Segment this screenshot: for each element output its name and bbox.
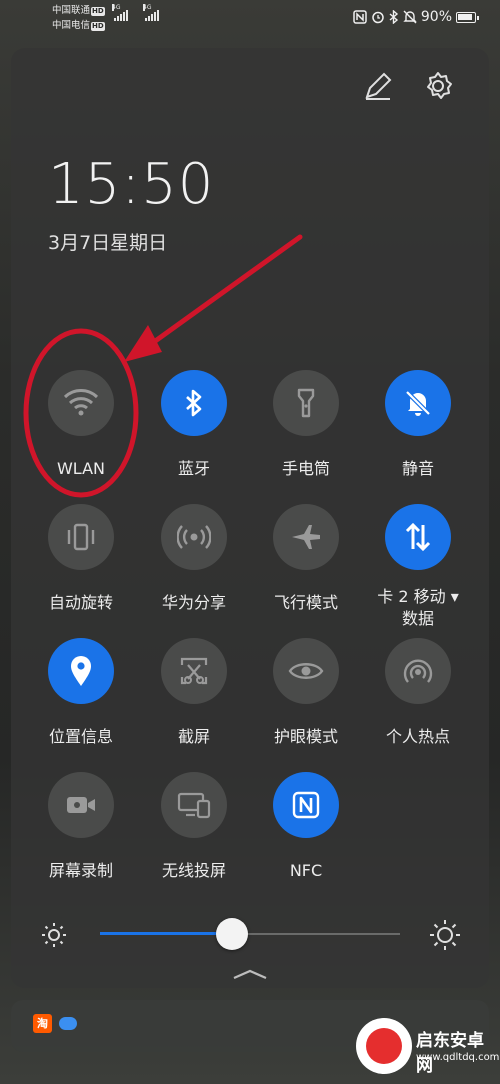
watermark-url: www.qdltdq.com <box>416 1052 500 1063</box>
auto-rotate-icon <box>67 523 95 551</box>
tile-label: 无线投屏 <box>161 861 226 880</box>
status-bar: 中国联通 HD 中国电信 HD 4G 4G 90% <box>0 0 500 40</box>
brightness-slider[interactable] <box>40 915 460 955</box>
watermark: 启东安卓网 www.qdltdq.com <box>356 1014 499 1078</box>
flashlight-icon <box>297 388 315 418</box>
share-icon <box>177 525 211 549</box>
tile-wireless-projection[interactable]: 无线投屏 <box>138 772 250 882</box>
tile-label: 个人热点 <box>385 727 450 746</box>
bluetooth-icon <box>389 10 398 24</box>
carrier-2: 中国电信 HD <box>52 20 105 31</box>
tile-label: 蓝牙 <box>177 459 210 478</box>
tile-airplane[interactable]: 飞行模式 <box>250 504 362 614</box>
tile-auto-rotate[interactable]: 自动旋转 <box>25 504 137 614</box>
watermark-name: 启东安卓网 <box>416 1031 484 1076</box>
tile-screenshot[interactable]: 截屏 <box>138 638 250 748</box>
wifi-icon <box>63 389 99 416</box>
tile-hotspot[interactable]: 个人热点 <box>362 638 474 748</box>
tile-label: NFC <box>289 861 323 880</box>
screen-record-icon <box>67 797 95 813</box>
bluetooth-icon <box>186 389 202 417</box>
tile-label: 屏幕录制 <box>48 861 113 880</box>
nfc-icon <box>353 10 367 24</box>
tile-huawei-share[interactable]: 华为分享 <box>138 504 250 614</box>
signal-icon: 4G <box>143 4 159 21</box>
chevron-up-icon[interactable] <box>232 968 268 980</box>
brightness-low-icon <box>42 923 66 947</box>
tile-label: 位置信息 <box>48 727 113 746</box>
mute-icon <box>403 10 417 24</box>
tile-label: 华为分享 <box>161 593 226 612</box>
signal-icon: 4G <box>112 4 128 21</box>
tile-label: 手电筒 <box>281 459 330 478</box>
tile-label: 护眼模式 <box>273 727 338 746</box>
tile-eye-comfort[interactable]: 护眼模式 <box>250 638 362 748</box>
tile-screen-record[interactable]: 屏幕录制 <box>25 772 137 882</box>
tile-bluetooth[interactable]: 蓝牙 <box>138 370 250 480</box>
carrier-1: 中国联通 HD <box>52 5 105 16</box>
tile-wlan[interactable]: WLAN <box>25 370 137 480</box>
tile-label: 卡 2 移动 ▾ 数据 <box>377 587 459 628</box>
slider-thumb[interactable] <box>216 918 248 950</box>
bell-off-icon <box>405 390 431 416</box>
alarm-icon <box>372 11 384 24</box>
brightness-high-icon <box>430 920 460 950</box>
screenshot-icon <box>180 657 208 685</box>
taobao-icon: 淘 <box>33 1014 52 1033</box>
battery-percent: 90% <box>420 9 452 25</box>
eye-icon <box>288 663 324 679</box>
clock-time: 15:50 <box>48 152 215 217</box>
tile-flashlight[interactable]: 手电筒 <box>250 370 362 480</box>
tile-label: 截屏 <box>177 727 210 746</box>
tile-nfc[interactable]: NFC <box>250 772 362 882</box>
mobile-data-icon <box>405 522 431 552</box>
tile-location[interactable]: 位置信息 <box>25 638 137 748</box>
nfc-icon <box>292 791 320 819</box>
tile-label: WLAN <box>56 459 105 478</box>
cast-icon <box>177 792 211 819</box>
watermark-logo <box>356 1018 412 1074</box>
tile-mobile-data[interactable]: 卡 2 移动 ▾ 数据 <box>362 504 474 630</box>
location-icon <box>71 656 91 686</box>
gear-icon[interactable] <box>422 70 454 102</box>
tile-label: 自动旋转 <box>48 593 113 612</box>
tile-mute[interactable]: 静音 <box>362 370 474 480</box>
clock-date: 3月7日星期日 <box>48 232 168 254</box>
battery-icon <box>456 11 479 23</box>
tile-label: 静音 <box>401 459 434 478</box>
airplane-icon <box>292 525 320 549</box>
chat-bubble-icon <box>59 1017 77 1030</box>
pencil-icon[interactable] <box>362 70 394 102</box>
tile-label: 飞行模式 <box>273 593 338 612</box>
slider-fill <box>100 932 232 935</box>
hotspot-icon <box>403 659 433 683</box>
